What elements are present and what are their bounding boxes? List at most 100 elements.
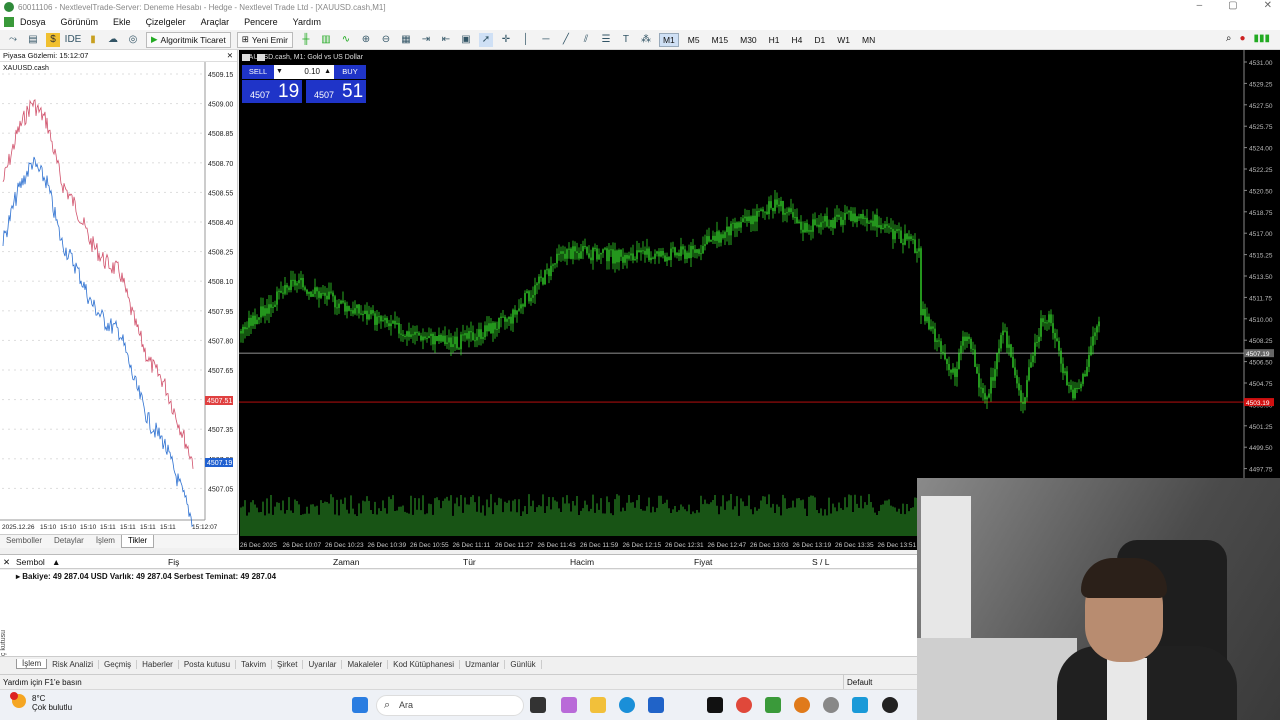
tab-experts[interactable]: Uzmanlar (460, 659, 506, 669)
notifications-icon[interactable]: ● (1239, 33, 1245, 44)
grid-icon[interactable]: ▦ (399, 33, 413, 47)
store-icon[interactable] (648, 697, 664, 713)
tf-mn[interactable]: MN (859, 34, 878, 46)
menu-view[interactable]: Görünüm (61, 17, 99, 27)
tab-calendar[interactable]: Takvim (236, 659, 272, 669)
text-icon[interactable]: T (619, 33, 633, 47)
lock-icon[interactable]: ▮ (86, 33, 100, 47)
zoom-in-icon[interactable]: ⊕ (359, 33, 373, 47)
new-chart-icon[interactable]: ⤳ (6, 33, 20, 47)
buy-button[interactable]: BUY (334, 65, 366, 79)
zoom-out-icon[interactable]: ⊖ (379, 33, 393, 47)
app-icon[interactable] (882, 697, 898, 713)
profiles-icon[interactable]: ▤ (26, 33, 40, 47)
shapes-icon[interactable]: ⁂ (639, 33, 653, 47)
line-chart-icon[interactable]: ∿ (339, 33, 353, 47)
menu-file[interactable]: Dosya (20, 17, 46, 27)
metaquotes-icon[interactable]: $ (46, 32, 60, 47)
minimize-icon[interactable]: – (1197, 0, 1203, 11)
maximize-icon[interactable]: ▢ (1228, 0, 1237, 11)
menu-window[interactable]: Pencere (244, 17, 278, 27)
bid-price-box[interactable]: 4507 19 (242, 80, 302, 103)
tf-m15[interactable]: M15 (709, 34, 732, 46)
candles-icon[interactable]: ▥ (319, 33, 333, 47)
tab-symbols[interactable]: Semboller (0, 535, 48, 548)
close-icon[interactable]: ✕ (227, 51, 237, 60)
sell-button[interactable]: SELL (242, 65, 274, 79)
cursor-icon[interactable]: ➚ (478, 32, 493, 47)
tradingview-icon[interactable] (707, 697, 723, 713)
signals-icon[interactable]: ◎ (126, 33, 140, 47)
tab-journal[interactable]: Günlük (505, 659, 542, 669)
settings-icon[interactable] (823, 697, 839, 713)
tab-mailbox[interactable]: Posta kutusu (179, 659, 237, 669)
col-volume[interactable]: Hacim (570, 557, 594, 567)
candlestick-chart[interactable]: 4531.00 4529.25 4527.50 4525.75 4524.00 4522.… (239, 50, 1280, 550)
menu-insert[interactable]: Ekle (113, 17, 131, 27)
tab-history[interactable]: Geçmiş (99, 659, 138, 669)
chart-shift-icon[interactable]: ⇤ (439, 33, 453, 47)
cloud-icon[interactable]: ☁ (106, 33, 120, 47)
search-icon[interactable]: ⌕ (1226, 33, 1232, 44)
autoscroll-icon[interactable]: ⇥ (419, 33, 433, 47)
new-order-button[interactable]: ⊞ Yeni Emir (236, 31, 293, 48)
tf-d1[interactable]: D1 (811, 34, 828, 46)
tf-h4[interactable]: H4 (789, 34, 806, 46)
main-chart[interactable]: 4531.00 4529.25 4527.50 4525.75 4524.00 4522.… (239, 50, 1280, 550)
col-ticket[interactable]: Fiş (168, 557, 179, 567)
col-time[interactable]: Zaman (333, 557, 359, 567)
candle-body (376, 316, 378, 325)
tab-news[interactable]: Haberler (137, 659, 179, 669)
tf-m1[interactable]: M1 (658, 32, 679, 47)
col-price[interactable]: Fiyat (694, 557, 712, 567)
tab-ticks[interactable]: Tikler (120, 535, 155, 548)
tf-w1[interactable]: W1 (834, 34, 853, 46)
ide-button[interactable]: IDE (65, 33, 82, 47)
menu-charts[interactable]: Çizelgeler (146, 17, 186, 27)
status-profile[interactable]: Default (843, 675, 917, 690)
close-icon[interactable]: ✕ (3, 557, 10, 568)
browser-icon[interactable] (794, 697, 810, 713)
weather-widget[interactable]: 8°C Çok bulutlu (10, 692, 72, 712)
taskbar-search[interactable]: ⌕ Ara (376, 695, 524, 716)
app-icon[interactable] (852, 697, 868, 713)
metatrader-icon[interactable] (765, 697, 781, 713)
ask-price-box[interactable]: 4507 51 (306, 80, 366, 103)
channel-icon[interactable]: ⫽ (579, 33, 593, 47)
tf-m5[interactable]: M5 (685, 34, 703, 46)
screenshot-icon[interactable]: ▣ (459, 33, 473, 47)
chevron-up-icon[interactable]: ▲ (324, 65, 331, 79)
crosshair-icon[interactable]: ✛ (499, 33, 513, 47)
signal-strength-icon[interactable]: ▮▮▮ (1253, 33, 1270, 44)
tab-trading[interactable]: İşlem (90, 535, 121, 548)
copilot-icon[interactable] (561, 697, 577, 713)
bar-chart-icon[interactable]: ╫ (299, 33, 313, 47)
tab-risk[interactable]: Risk Analizi (47, 659, 100, 669)
start-icon[interactable] (352, 697, 368, 713)
menu-tools[interactable]: Araçlar (201, 17, 230, 27)
tab-trade[interactable]: İşlem (16, 659, 48, 669)
tab-alerts[interactable]: Uyarılar (303, 659, 343, 669)
tab-company[interactable]: Şirket (272, 659, 304, 669)
tf-m30[interactable]: M30 (737, 34, 760, 46)
col-type[interactable]: Tür (463, 557, 476, 567)
file-explorer-icon[interactable] (590, 697, 606, 713)
edge-icon[interactable] (619, 697, 635, 713)
lot-size-field[interactable]: ▼ 0.10 ▲ (274, 65, 334, 79)
fibonacci-icon[interactable]: ☰ (599, 33, 613, 47)
menu-help[interactable]: Yardım (293, 17, 321, 27)
col-symbol[interactable]: Sembol (16, 557, 45, 567)
tab-code-base[interactable]: Kod Kütüphanesi (388, 659, 461, 669)
tab-articles[interactable]: Makaleler (342, 659, 389, 669)
vertical-line-icon[interactable]: │ (519, 33, 533, 47)
tf-h1[interactable]: H1 (766, 34, 783, 46)
tab-details[interactable]: Detaylar (48, 535, 90, 548)
algo-trading-button[interactable]: ▶ Algoritmik Ticaret (146, 31, 231, 48)
task-view-icon[interactable] (530, 697, 546, 713)
col-sl[interactable]: S / L (812, 557, 829, 567)
chevron-down-icon[interactable]: ▼ (276, 65, 283, 79)
chrome-icon[interactable] (736, 697, 752, 713)
trendline-icon[interactable]: ╱ (559, 33, 573, 47)
horizontal-line-icon[interactable]: ─ (539, 33, 553, 47)
close-icon[interactable]: ✕ (1264, 0, 1272, 11)
